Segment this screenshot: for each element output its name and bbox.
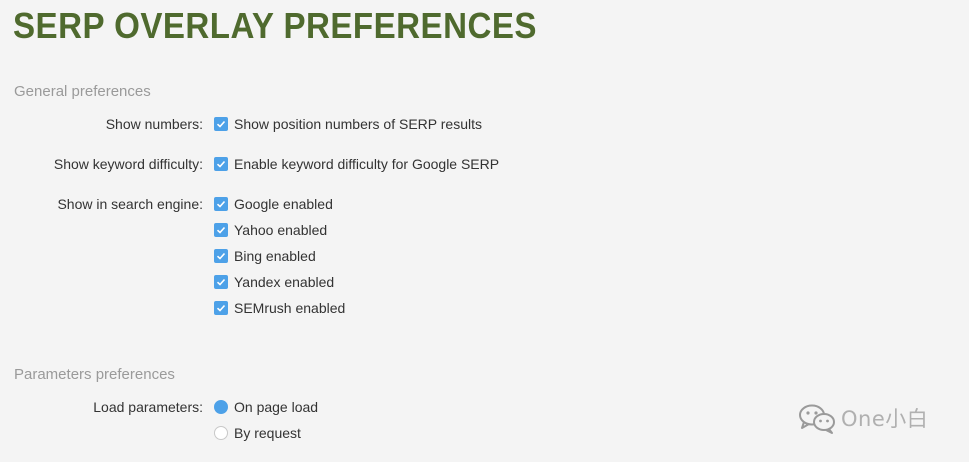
checkbox-checked-icon[interactable] bbox=[214, 249, 228, 263]
by-request-radio[interactable]: By request bbox=[214, 425, 301, 441]
checkbox-checked-icon[interactable] bbox=[214, 157, 228, 171]
checkbox-checked-icon[interactable] bbox=[214, 301, 228, 315]
search-engine-label: Show in search engine: bbox=[57, 196, 203, 212]
show-keyword-difficulty-label: Show keyword difficulty: bbox=[53, 156, 203, 172]
checkbox-checked-icon[interactable] bbox=[214, 197, 228, 211]
page-title: SERP OVERLAY PREFERENCES bbox=[13, 5, 537, 46]
radio-selected-icon[interactable] bbox=[214, 400, 228, 414]
parameters-preferences-heading: Parameters preferences bbox=[14, 366, 175, 383]
show-numbers-label: Show numbers: bbox=[105, 116, 203, 132]
google-enabled-checkbox[interactable]: Google enabled bbox=[214, 196, 333, 212]
keyword-difficulty-option-label: Enable keyword difficulty for Google SER… bbox=[234, 156, 500, 172]
yandex-enabled-label: Yandex enabled bbox=[234, 274, 335, 290]
semrush-enabled-checkbox[interactable]: SEMrush enabled bbox=[214, 300, 345, 316]
general-preferences-heading: General preferences bbox=[14, 83, 151, 100]
yahoo-enabled-checkbox[interactable]: Yahoo enabled bbox=[214, 222, 327, 238]
watermark: One小白 bbox=[797, 402, 928, 434]
checkbox-checked-icon[interactable] bbox=[214, 223, 228, 237]
show-numbers-checkbox[interactable]: Show position numbers of SERP results bbox=[214, 116, 482, 132]
keyword-difficulty-checkbox[interactable]: Enable keyword difficulty for Google SER… bbox=[214, 156, 499, 172]
bing-enabled-label: Bing enabled bbox=[234, 248, 316, 264]
by-request-label: By request bbox=[234, 425, 301, 441]
checkbox-checked-icon[interactable] bbox=[214, 117, 228, 131]
radio-unselected-icon[interactable] bbox=[214, 426, 228, 440]
semrush-enabled-label: SEMrush enabled bbox=[234, 300, 346, 316]
watermark-text: One小白 bbox=[841, 407, 929, 431]
show-numbers-option-label: Show position numbers of SERP results bbox=[234, 116, 482, 132]
on-page-load-label: On page load bbox=[234, 399, 319, 415]
yahoo-enabled-label: Yahoo enabled bbox=[234, 222, 328, 238]
on-page-load-radio[interactable]: On page load bbox=[214, 399, 318, 415]
google-enabled-label: Google enabled bbox=[234, 196, 333, 212]
load-parameters-label: Load parameters: bbox=[93, 399, 203, 415]
checkbox-checked-icon[interactable] bbox=[214, 275, 228, 289]
yandex-enabled-checkbox[interactable]: Yandex enabled bbox=[214, 274, 334, 290]
wechat-icon bbox=[799, 404, 835, 434]
bing-enabled-checkbox[interactable]: Bing enabled bbox=[214, 248, 316, 264]
